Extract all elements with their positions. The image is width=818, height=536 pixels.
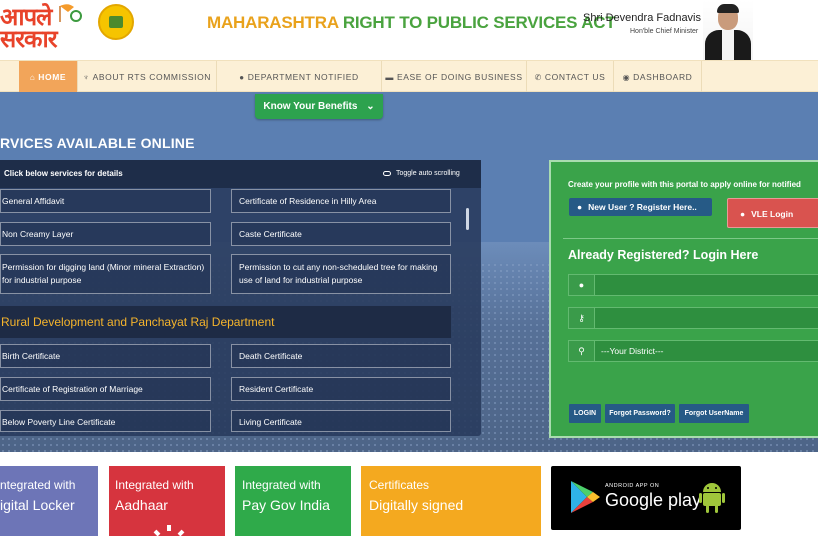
lightbulb-icon: ♆ xyxy=(82,73,90,82)
home-icon: ⌂ xyxy=(29,73,36,82)
service-item[interactable]: Certificate of Residence in Hilly Area xyxy=(231,189,451,213)
aadhaar-logo-icon xyxy=(153,525,185,536)
district-value: ---Your District--- xyxy=(601,346,664,356)
service-item[interactable]: Below Poverty Line Certificate xyxy=(0,410,211,432)
service-item[interactable]: Permission for digging land (Minor miner… xyxy=(0,254,211,294)
maharashtra-emblem-icon xyxy=(98,4,134,40)
know-your-benefits-button[interactable]: Know Your Benefits ⌄ xyxy=(255,94,383,119)
tile-line2: Aadhaar xyxy=(115,497,168,513)
nav-dashboard-label: DASHBOARD xyxy=(633,72,693,82)
service-item[interactable]: Birth Certificate xyxy=(0,344,211,368)
toggle-auto-scroll[interactable]: Toggle auto scrolling xyxy=(383,170,460,177)
service-item[interactable]: Resident Certificate xyxy=(231,377,451,401)
dashboard-icon: ◉ xyxy=(622,73,631,82)
toggle-icon xyxy=(383,170,391,176)
chevron-down-icon: ⌄ xyxy=(366,101,375,112)
nav-home-label: HOME xyxy=(38,72,67,82)
forgot-password-button[interactable]: Forgot Password? xyxy=(605,404,675,423)
services-scrollbar[interactable] xyxy=(466,208,469,230)
logo-line2: सरकार xyxy=(0,25,58,53)
main-nav: ⌂ HOME ♆ ABOUT RTS COMMISSION ● DEPARTMENT … xyxy=(0,60,818,115)
phone-icon: ✆ xyxy=(534,73,542,82)
hero-section: Know Your Benefits ⌄ RVICES AVAILABLE ON… xyxy=(0,92,818,452)
service-item[interactable]: Certificate of Registration of Marriage xyxy=(0,377,211,401)
service-item[interactable]: Living Certificate xyxy=(231,410,451,432)
map-marker-icon: ⚲ xyxy=(569,341,595,361)
user-icon: ● xyxy=(740,209,746,219)
district-select[interactable]: ⚲ ---Your District--- xyxy=(568,340,818,362)
user-icon: ● xyxy=(577,202,583,212)
password-field[interactable]: ⚷ xyxy=(568,307,818,329)
new-user-label: New User ? Register Here.. xyxy=(588,202,697,212)
flag-icon xyxy=(59,4,82,22)
page: आपले सरकार MAHARASHTRA RIGHT TO PUBLIC S… xyxy=(0,0,818,536)
vle-login-label: VLE Login xyxy=(751,209,794,219)
login-panel: Create your profile with this portal to … xyxy=(549,160,818,438)
benefits-label: Know Your Benefits xyxy=(263,101,358,112)
tile-line2: igital Locker xyxy=(0,497,75,513)
create-profile-text: Create your profile with this portal to … xyxy=(568,180,801,189)
services-panel: Click below services for details Toggle … xyxy=(0,160,481,436)
department-header: Rural Development and Panchayat Raj Depa… xyxy=(0,306,451,338)
tile-line1: ntegrated with xyxy=(0,478,76,492)
gplay-big-text: Google play xyxy=(605,490,702,510)
nav-department-services[interactable]: ●DEPARTMENT NOTIFIED SERVICES xyxy=(217,61,382,115)
service-item[interactable]: General Affidavit xyxy=(0,189,211,213)
divider xyxy=(563,238,818,239)
google-play-badge[interactable]: ANDROID APP ON Google play xyxy=(551,466,741,530)
nav-contact-us[interactable]: ✆ CONTACT US xyxy=(527,61,614,93)
nav-about-rts[interactable]: ♆ ABOUT RTS COMMISSION xyxy=(78,61,217,93)
service-item[interactable]: Permission to cut any non-scheduled tree… xyxy=(231,254,451,294)
services-heading: RVICES AVAILABLE ONLINE xyxy=(0,135,195,151)
toggle-label: Toggle auto scrolling xyxy=(396,170,460,177)
site-title-part1: MAHARASHTRA xyxy=(207,13,339,32)
google-play-icon xyxy=(571,481,600,513)
service-item[interactable]: Caste Certificate xyxy=(231,222,451,246)
tile-line1: Certificates xyxy=(369,478,430,492)
user-icon: ● xyxy=(569,275,595,295)
aaple-sarkar-logo[interactable]: आपले सरकार xyxy=(0,5,58,53)
gplay-small-text: ANDROID APP ON xyxy=(605,483,660,489)
key-icon: ⚷ xyxy=(569,308,595,328)
tile-line1: Integrated with xyxy=(115,478,194,492)
login-title: Already Registered? Login Here xyxy=(568,248,759,262)
services-panel-header: Click below services for details Toggle … xyxy=(0,160,481,188)
login-button[interactable]: LOGIN xyxy=(569,404,601,423)
service-item[interactable]: Non Creamy Layer xyxy=(0,222,211,246)
nav-ease-of-business[interactable]: ▬ EASE OF DOING BUSINESS xyxy=(382,61,527,93)
tile-line2: Pay Gov India xyxy=(242,497,330,513)
site-title: MAHARASHTRA RIGHT TO PUBLIC SERVICES ACT xyxy=(207,13,616,33)
tile-line2: Digitally signed xyxy=(369,497,464,513)
new-user-register-button[interactable]: ● New User ? Register Here.. xyxy=(569,198,712,216)
nav-contact-label: CONTACT US xyxy=(544,72,606,82)
briefcase-icon: ▬ xyxy=(385,73,394,82)
user-icon: ● xyxy=(239,73,245,82)
username-field[interactable]: ● xyxy=(568,274,818,296)
tile-pay-gov[interactable]: Integrated with Pay Gov India xyxy=(235,466,351,536)
service-item[interactable]: Death Certificate xyxy=(231,344,451,368)
tile-digitally-signed[interactable]: Certificates Digitally signed xyxy=(361,466,541,536)
nav-dashboard[interactable]: ◉ DASHBOARD xyxy=(614,61,702,93)
click-instruction: Click below services for details xyxy=(4,169,123,178)
nav-about-label: ABOUT RTS COMMISSION xyxy=(92,72,212,82)
header: आपले सरकार MAHARASHTRA RIGHT TO PUBLIC S… xyxy=(0,0,818,60)
tile-line1: Integrated with xyxy=(242,478,321,492)
tile-digital-locker[interactable]: ntegrated with igital Locker xyxy=(0,466,98,536)
cm-photo xyxy=(703,0,753,60)
vle-login-button[interactable]: ● VLE Login xyxy=(727,198,818,228)
forgot-username-button[interactable]: Forgot UserName xyxy=(679,404,749,423)
tile-aadhaar[interactable]: Integrated with Aadhaar xyxy=(109,466,225,536)
cm-name: Shri Devendra Fadnavis xyxy=(583,12,702,24)
nav-ease-label: EASE OF DOING BUSINESS xyxy=(396,72,523,82)
android-icon xyxy=(699,483,725,513)
site-title-part2: RIGHT TO PUBLIC SERVICES ACT xyxy=(342,13,616,32)
cm-role: Hon'ble Chief Minister xyxy=(630,28,699,35)
nav-home[interactable]: ⌂ HOME xyxy=(19,61,78,93)
